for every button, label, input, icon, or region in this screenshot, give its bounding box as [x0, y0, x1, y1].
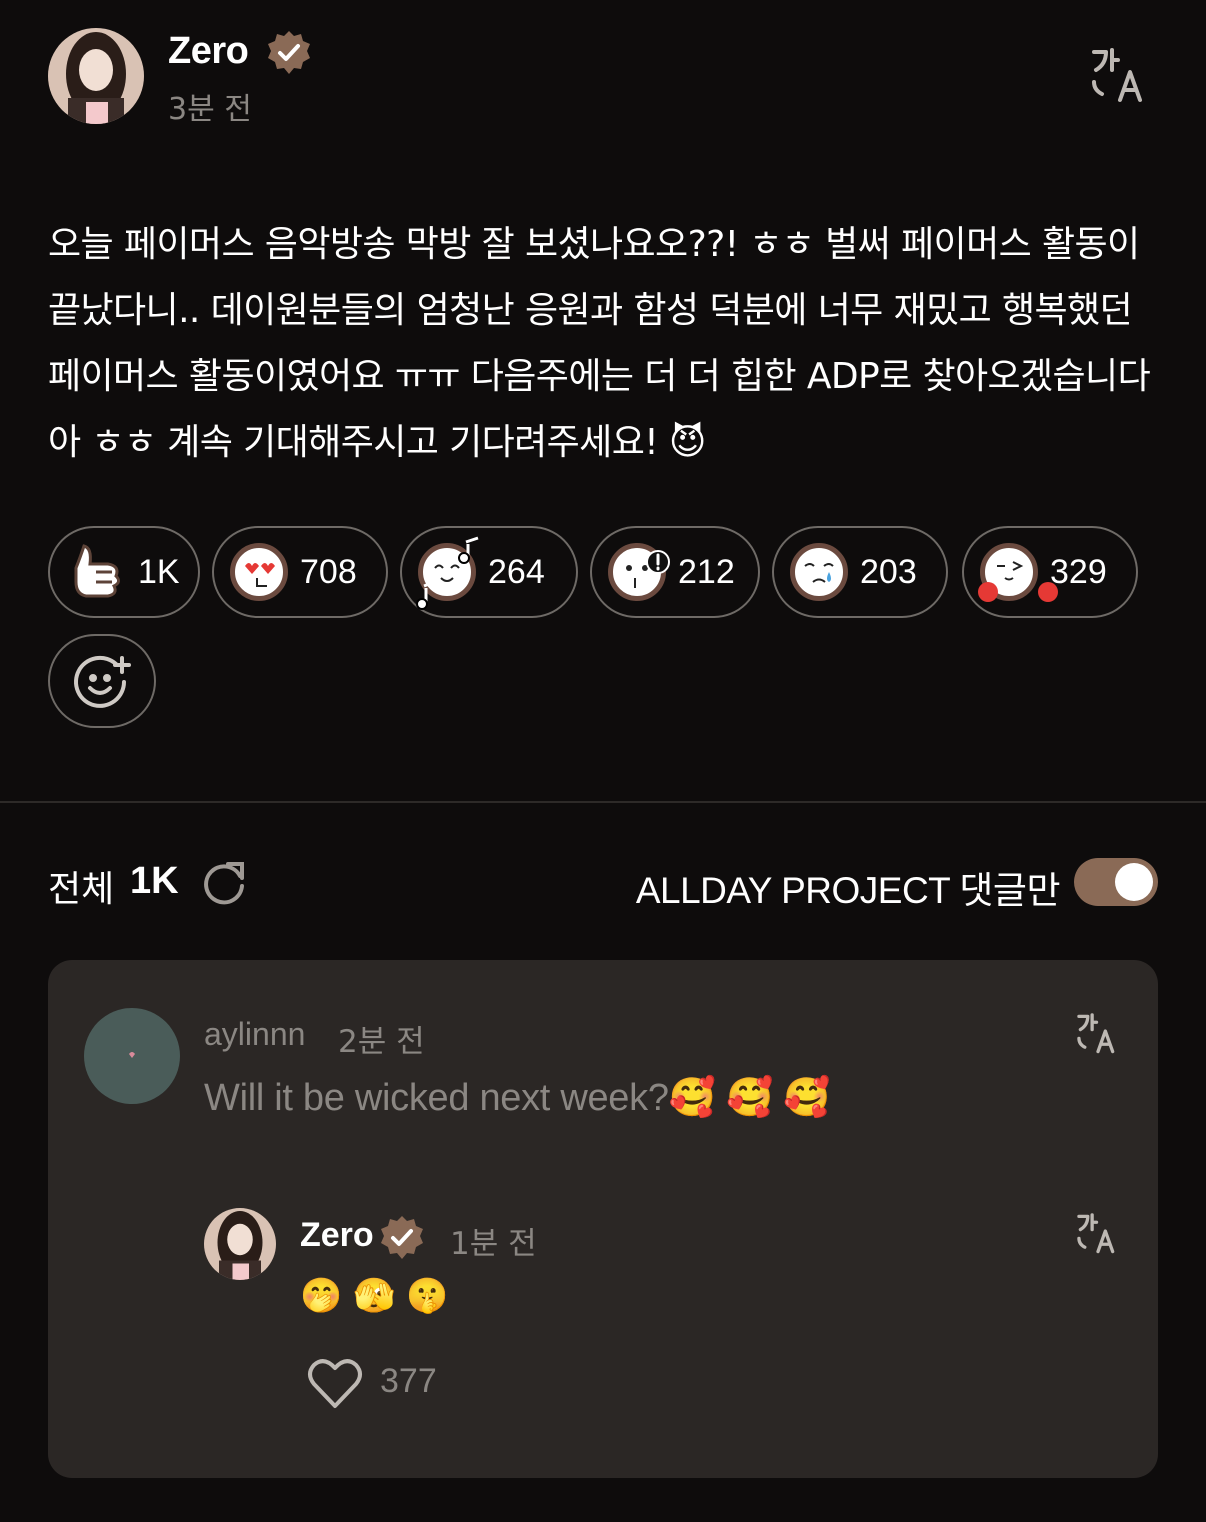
reaction-count: 708	[300, 552, 357, 591]
translate-icon[interactable]	[1076, 1212, 1120, 1256]
comments-label: 전체	[48, 869, 115, 910]
comment-text: Will it be wicked next week?🥰 🥰 🥰	[204, 1077, 831, 1119]
reaction-crying[interactable]: 203	[772, 526, 948, 618]
refresh-icon[interactable]	[198, 856, 250, 908]
author-name[interactable]: Zero	[168, 30, 249, 73]
reply-author-name[interactable]: Zero	[300, 1216, 374, 1255]
author-avatar[interactable]	[48, 28, 144, 124]
reaction-count: 203	[860, 552, 917, 591]
post-time: 3분 전	[168, 92, 252, 127]
exclamation-icon	[646, 550, 670, 574]
reply-author-avatar[interactable]	[204, 1208, 276, 1280]
thumbs-up-icon	[74, 544, 121, 598]
blush-icon	[978, 582, 1058, 602]
commenter-avatar[interactable]	[84, 1008, 180, 1104]
comments-count: 1K	[130, 860, 179, 902]
reaction-heart-eyes[interactable]: 708	[212, 526, 388, 618]
reaction-count: 212	[678, 552, 735, 591]
filter-label: ALLDAY PROJECT 댓글만	[635, 870, 1061, 911]
translate-icon[interactable]	[1090, 46, 1150, 106]
add-emoji-icon	[74, 655, 131, 708]
comment-time: 2분 전	[338, 1024, 425, 1060]
toggle-knob	[1115, 863, 1153, 901]
crying-face-icon	[790, 543, 848, 601]
reply-time: 1분 전	[450, 1226, 537, 1262]
reaction-singing[interactable]: 264	[400, 526, 578, 618]
reaction-winking[interactable]: 329	[962, 526, 1138, 618]
like-count: 377	[380, 1362, 437, 1400]
music-notes-icon	[416, 536, 479, 610]
reply-text: 🤭 🫣 🤫	[300, 1276, 449, 1316]
post-body: 오늘 페이머스 음악방송 막방 잘 보셨나요오??! ㅎㅎ 벌써 페이머스 활동…	[48, 224, 1151, 463]
like-heart-icon[interactable]	[306, 1356, 364, 1410]
translate-icon[interactable]	[1076, 1012, 1120, 1056]
reaction-count: 264	[488, 552, 545, 591]
artist-only-toggle[interactable]	[1074, 858, 1158, 906]
heart-eyes-face-icon	[230, 543, 288, 601]
verified-badge-icon	[265, 29, 313, 77]
reaction-count: 1K	[138, 552, 180, 591]
verified-badge-icon	[378, 1214, 426, 1262]
add-reaction-button[interactable]	[48, 634, 156, 728]
commenter-name[interactable]: aylinnn	[204, 1016, 305, 1053]
divider	[0, 801, 1206, 803]
reaction-thumbs-up[interactable]: 1K	[48, 526, 200, 618]
reaction-surprised[interactable]: 212	[590, 526, 760, 618]
